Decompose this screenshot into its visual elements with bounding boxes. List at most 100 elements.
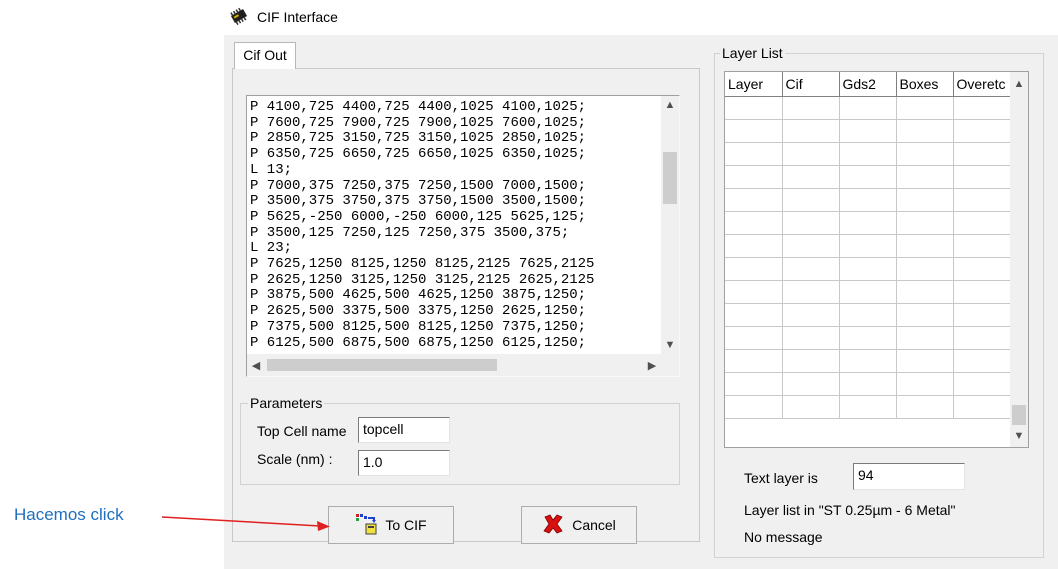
to-cif-button[interactable]: To CIF bbox=[328, 506, 454, 544]
scroll-right-icon[interactable]: ▶ bbox=[643, 356, 661, 374]
cif-vertical-scrollbar[interactable]: ▲ ▼ bbox=[661, 96, 679, 354]
table-cell[interactable] bbox=[896, 96, 954, 120]
column-header[interactable]: Layer bbox=[725, 72, 783, 97]
table-cell[interactable] bbox=[896, 211, 954, 235]
table-row[interactable] bbox=[725, 211, 1013, 235]
table-cell[interactable] bbox=[725, 372, 783, 396]
table-cell[interactable] bbox=[953, 303, 1013, 327]
vertical-scroll-thumb[interactable] bbox=[663, 152, 677, 204]
table-row[interactable] bbox=[725, 349, 1013, 373]
table-cell[interactable] bbox=[839, 349, 897, 373]
table-cell[interactable] bbox=[782, 165, 840, 189]
table-cell[interactable] bbox=[896, 326, 954, 350]
table-cell[interactable] bbox=[953, 211, 1013, 235]
table-row[interactable] bbox=[725, 372, 1013, 396]
table-cell[interactable] bbox=[725, 188, 783, 212]
table-cell[interactable] bbox=[953, 142, 1013, 166]
table-cell[interactable] bbox=[896, 257, 954, 281]
table-cell[interactable] bbox=[782, 349, 840, 373]
table-cell[interactable] bbox=[953, 257, 1013, 281]
table-cell[interactable] bbox=[896, 119, 954, 143]
table-row[interactable] bbox=[725, 326, 1013, 350]
table-cell[interactable] bbox=[896, 303, 954, 327]
horizontal-scroll-thumb[interactable] bbox=[267, 359, 497, 371]
cif-output-textarea[interactable]: P 4100,725 4400,725 4400,1025 4100,1025;… bbox=[246, 95, 680, 377]
column-header[interactable]: Overetc bbox=[953, 72, 1013, 97]
layer-list-scroll-thumb[interactable] bbox=[1012, 405, 1026, 425]
table-cell[interactable] bbox=[953, 96, 1013, 120]
table-cell[interactable] bbox=[725, 211, 783, 235]
table-cell[interactable] bbox=[953, 326, 1013, 350]
table-cell[interactable] bbox=[782, 142, 840, 166]
table-cell[interactable] bbox=[839, 280, 897, 304]
table-cell[interactable] bbox=[953, 280, 1013, 304]
table-cell[interactable] bbox=[839, 188, 897, 212]
scroll-down-icon[interactable]: ▼ bbox=[661, 336, 679, 354]
tab-cif-out[interactable]: Cif Out bbox=[234, 42, 296, 69]
table-cell[interactable] bbox=[839, 211, 897, 235]
table-cell[interactable] bbox=[953, 349, 1013, 373]
column-header[interactable]: Gds2 bbox=[839, 72, 897, 97]
table-cell[interactable] bbox=[896, 372, 954, 396]
table-cell[interactable] bbox=[839, 142, 897, 166]
table-row[interactable] bbox=[725, 142, 1013, 166]
table-cell[interactable] bbox=[896, 234, 954, 258]
table-cell[interactable] bbox=[839, 303, 897, 327]
table-cell[interactable] bbox=[953, 372, 1013, 396]
table-row[interactable] bbox=[725, 188, 1013, 212]
table-cell[interactable] bbox=[782, 326, 840, 350]
table-cell[interactable] bbox=[725, 96, 783, 120]
table-cell[interactable] bbox=[725, 119, 783, 143]
table-row[interactable] bbox=[725, 165, 1013, 189]
layer-list-vertical-scrollbar[interactable]: ▲ ▼ bbox=[1010, 72, 1028, 447]
table-cell[interactable] bbox=[782, 188, 840, 212]
table-cell[interactable] bbox=[782, 303, 840, 327]
table-cell[interactable] bbox=[839, 96, 897, 120]
table-cell[interactable] bbox=[896, 188, 954, 212]
table-row[interactable] bbox=[725, 96, 1013, 120]
scroll-left-icon[interactable]: ◀ bbox=[247, 356, 265, 374]
cif-horizontal-scrollbar[interactable]: ◀ ▶ bbox=[247, 354, 661, 376]
table-cell[interactable] bbox=[896, 349, 954, 373]
scroll-down-icon[interactable]: ▼ bbox=[1010, 427, 1028, 445]
table-cell[interactable] bbox=[782, 372, 840, 396]
table-cell[interactable] bbox=[839, 119, 897, 143]
table-cell[interactable] bbox=[839, 234, 897, 258]
table-cell[interactable] bbox=[782, 211, 840, 235]
cancel-button[interactable]: Cancel bbox=[521, 506, 637, 544]
table-cell[interactable] bbox=[953, 188, 1013, 212]
table-cell[interactable] bbox=[839, 372, 897, 396]
table-cell[interactable] bbox=[839, 395, 897, 419]
table-cell[interactable] bbox=[953, 165, 1013, 189]
layer-list-grid[interactable]: Layer Cif Gds2 Boxes Overetc ▲ ▼ bbox=[724, 71, 1029, 448]
table-row[interactable] bbox=[725, 280, 1013, 304]
table-cell[interactable] bbox=[725, 142, 783, 166]
table-cell[interactable] bbox=[839, 165, 897, 189]
table-cell[interactable] bbox=[725, 257, 783, 281]
table-cell[interactable] bbox=[896, 142, 954, 166]
table-cell[interactable] bbox=[725, 326, 783, 350]
table-cell[interactable] bbox=[725, 349, 783, 373]
table-cell[interactable] bbox=[953, 395, 1013, 419]
table-cell[interactable] bbox=[725, 395, 783, 419]
table-cell[interactable] bbox=[782, 395, 840, 419]
table-cell[interactable] bbox=[953, 119, 1013, 143]
table-cell[interactable] bbox=[839, 257, 897, 281]
table-cell[interactable] bbox=[782, 257, 840, 281]
table-cell[interactable] bbox=[953, 234, 1013, 258]
text-layer-field[interactable]: 94 bbox=[853, 463, 965, 490]
table-cell[interactable] bbox=[896, 395, 954, 419]
table-cell[interactable] bbox=[782, 96, 840, 120]
scroll-up-icon[interactable]: ▲ bbox=[661, 96, 679, 114]
table-cell[interactable] bbox=[725, 303, 783, 327]
table-cell[interactable] bbox=[725, 234, 783, 258]
column-header[interactable]: Cif bbox=[782, 72, 840, 97]
table-row[interactable] bbox=[725, 119, 1013, 143]
table-cell[interactable] bbox=[896, 280, 954, 304]
table-row[interactable] bbox=[725, 257, 1013, 281]
table-cell[interactable] bbox=[839, 326, 897, 350]
table-cell[interactable] bbox=[725, 280, 783, 304]
top-cell-field[interactable]: topcell bbox=[358, 417, 450, 443]
column-header[interactable]: Boxes bbox=[896, 72, 954, 97]
table-row[interactable] bbox=[725, 303, 1013, 327]
